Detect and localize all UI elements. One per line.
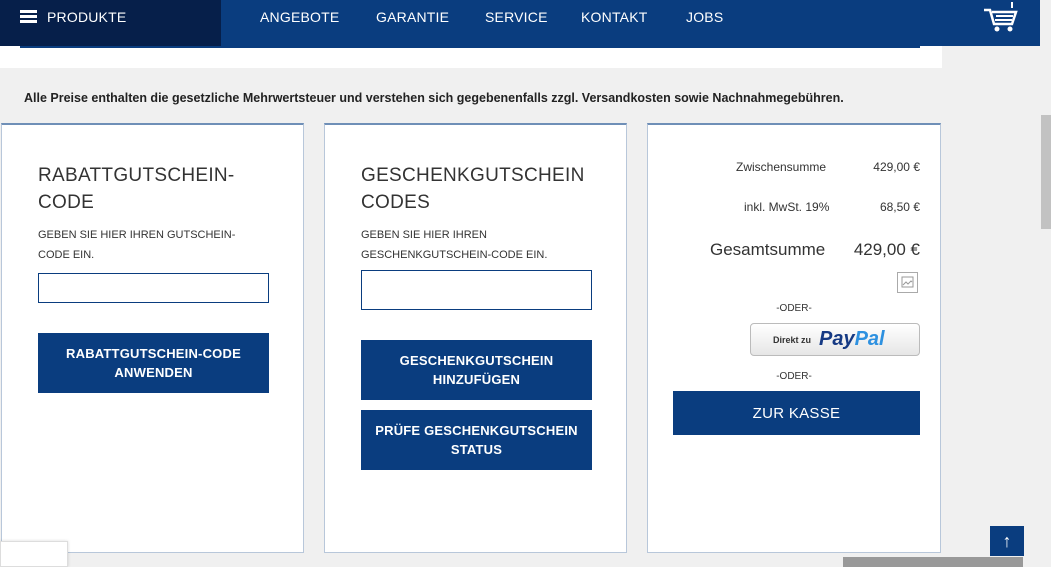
paypal-prefix: Direkt zu bbox=[773, 335, 812, 345]
geschenk-subtitle-line2: GESCHENKGUTSCHEIN-CODE EIN. bbox=[361, 249, 548, 261]
paypal-logo-pay: Pay bbox=[819, 328, 855, 350]
geschenk-add-button[interactable]: GESCHENKGUTSCHEIN HINZUFÜGEN bbox=[361, 340, 592, 400]
geschenk-code-input[interactable] bbox=[361, 270, 592, 310]
nav-underline bbox=[20, 46, 920, 48]
top-navigation: PRODUKTE ANGEBOTE GARANTIE SERVICE KONTA… bbox=[0, 0, 1040, 46]
paypal-checkout-button[interactable]: Direkt zu PayPal bbox=[750, 323, 920, 356]
nav-item-service[interactable]: SERVICE bbox=[485, 9, 548, 25]
rabatt-code-input[interactable] bbox=[38, 273, 269, 303]
geschenk-check-label-line1: PRÜFE GESCHENKGUTSCHEIN bbox=[375, 423, 578, 438]
nav-item-jobs[interactable]: JOBS bbox=[686, 9, 723, 25]
geschenk-check-label-line2: STATUS bbox=[450, 442, 503, 457]
broken-image-icon[interactable] bbox=[897, 272, 918, 293]
paypal-logo: PayPal bbox=[819, 328, 885, 351]
geschenk-title-line2: CODES bbox=[361, 192, 431, 213]
geschenk-title-line1: GESCHENKGUTSCHEIN bbox=[361, 165, 585, 186]
rabatt-title-line1: RABATTGUTSCHEIN- bbox=[38, 165, 235, 186]
geschenk-check-status-button[interactable]: PRÜFE GESCHENKGUTSCHEIN STATUS bbox=[361, 410, 592, 470]
rabatt-panel: RABATTGUTSCHEIN- CODE GEBEN SIE HIER IHR… bbox=[1, 123, 304, 553]
zwischensumme-label: Zwischensumme bbox=[736, 160, 827, 174]
geschenk-add-label-line1: GESCHENKGUTSCHEIN bbox=[399, 353, 554, 368]
header-white-band bbox=[0, 46, 942, 68]
gesamtsumme-label: Gesamtsumme bbox=[710, 240, 826, 259]
oder-separator-2: -ODER- bbox=[776, 371, 812, 382]
rabatt-apply-label-line1: RABATTGUTSCHEIN-CODE bbox=[66, 346, 241, 361]
rabatt-apply-button[interactable]: RABATTGUTSCHEIN-CODE ANWENDEN bbox=[38, 333, 269, 393]
nav-item-angebote[interactable]: ANGEBOTE bbox=[260, 9, 339, 25]
rabatt-apply-label-line2: ANWENDEN bbox=[114, 365, 193, 380]
price-notice: Alle Preise enthalten die gesetzliche Me… bbox=[24, 91, 844, 105]
geschenk-subtitle-line1: GEBEN SIE HIER IHREN bbox=[361, 229, 487, 241]
nav-item-garantie[interactable]: GARANTIE bbox=[376, 9, 449, 25]
oder-separator-1: -ODER- bbox=[776, 303, 812, 314]
bottom-bar bbox=[843, 557, 1023, 567]
rabatt-subtitle-line1: GEBEN SIE HIER IHREN GUTSCHEIN- bbox=[38, 229, 236, 241]
hamburger-icon bbox=[20, 10, 37, 24]
checkout-button[interactable]: ZUR KASSE bbox=[673, 391, 920, 435]
rabatt-subtitle-line2: CODE EIN. bbox=[38, 249, 95, 261]
rabatt-title-line2: CODE bbox=[38, 192, 95, 213]
paypal-logo-pal: Pal bbox=[854, 328, 885, 350]
nav-item-kontakt[interactable]: KONTAKT bbox=[581, 9, 647, 25]
scrollbar-thumb[interactable] bbox=[1041, 115, 1051, 229]
gesamtsumme-value: 429,00 € bbox=[853, 240, 920, 259]
geschenk-add-label-line2: HINZUFÜGEN bbox=[432, 372, 521, 387]
back-to-top-arrow-icon[interactable]: ↑ bbox=[990, 526, 1024, 556]
bottom-left-widget[interactable] bbox=[0, 541, 68, 567]
mwst-value: 68,50 € bbox=[879, 200, 920, 214]
shopping-cart-icon[interactable] bbox=[980, 0, 1020, 34]
produkte-menu-button[interactable]: PRODUKTE bbox=[0, 0, 221, 46]
produkte-label: PRODUKTE bbox=[47, 9, 127, 25]
zwischensumme-value: 429,00 € bbox=[873, 160, 920, 174]
mwst-label: inkl. MwSt. 19% bbox=[744, 200, 830, 214]
geschenk-panel: GESCHENKGUTSCHEIN CODES GEBEN SIE HIER I… bbox=[324, 123, 627, 553]
